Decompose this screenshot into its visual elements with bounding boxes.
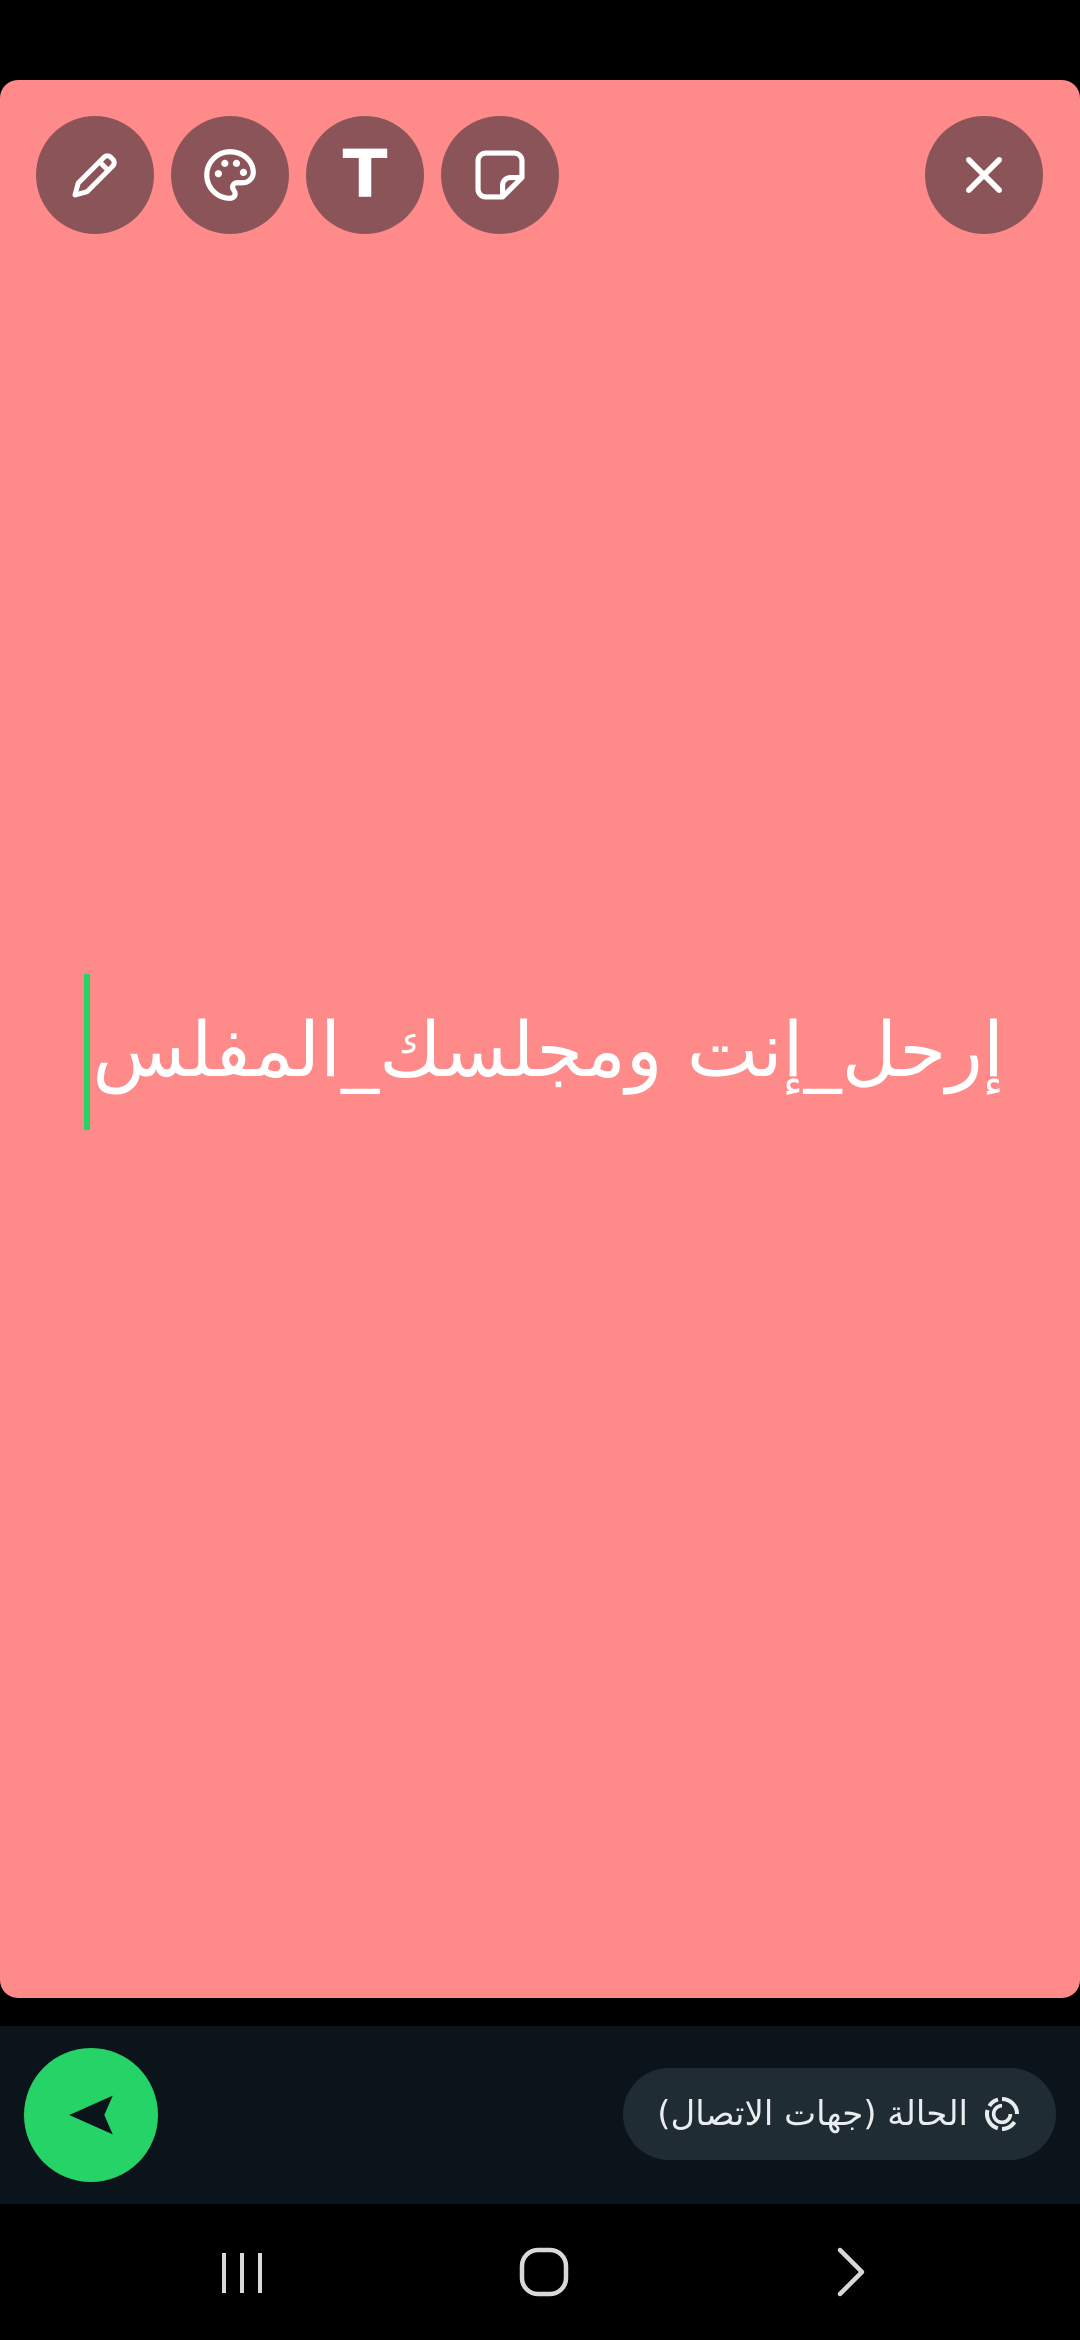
text-icon: T <box>342 136 388 213</box>
status-privacy-button[interactable]: الحالة (جهات الاتصال) <box>623 2068 1056 2160</box>
back-icon <box>837 2247 865 2297</box>
sticker-icon <box>475 150 525 200</box>
draw-button[interactable] <box>36 116 154 234</box>
text-style-button[interactable]: T <box>306 116 424 234</box>
sticker-button[interactable] <box>441 116 559 234</box>
status-privacy-label: الحالة (جهات الاتصال) <box>657 2094 968 2134</box>
pencil-icon <box>72 153 117 198</box>
back-button[interactable] <box>800 2236 896 2308</box>
recent-apps-button[interactable] <box>194 2236 290 2308</box>
text-cursor <box>84 974 90 1130</box>
home-icon <box>519 2247 569 2297</box>
home-button[interactable] <box>496 2236 592 2308</box>
color-palette-button[interactable] <box>171 116 289 234</box>
status-text-input[interactable]: إرحل_إنت ومجلسك_المفلس <box>96 990 1004 1110</box>
close-icon <box>966 157 1002 193</box>
palette-icon <box>204 149 256 201</box>
send-icon <box>69 2095 113 2135</box>
recent-apps-icon <box>222 2253 262 2293</box>
status-ring-icon <box>985 2097 1019 2131</box>
close-button[interactable] <box>925 116 1043 234</box>
send-button[interactable] <box>24 2048 158 2182</box>
